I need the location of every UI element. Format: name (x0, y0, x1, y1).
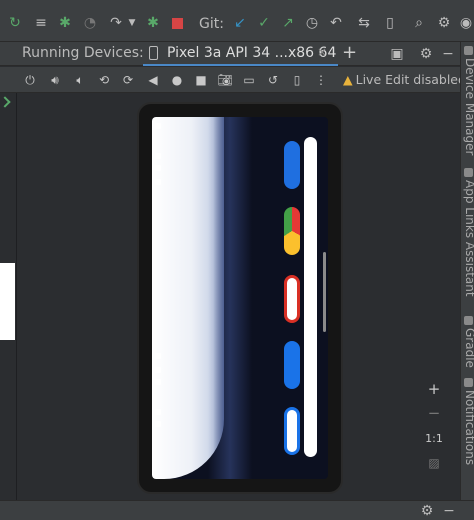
warning-icon: ▲ (343, 72, 353, 87)
bottom-settings-icon[interactable]: ⚙ (419, 503, 435, 519)
status-bar-icon (155, 165, 161, 171)
tab-notifications[interactable]: Notifications (463, 390, 474, 465)
status-bar-icon (155, 179, 161, 185)
screen-record-icon[interactable]: ▭ (241, 72, 257, 88)
search-icon[interactable]: ⌕ (411, 15, 427, 31)
status-bar-icon (155, 379, 161, 385)
status-bar-icon (155, 409, 161, 415)
status-bar-icon (155, 353, 161, 359)
notifications-tab-icon (464, 378, 473, 387)
tab-device-manager[interactable]: Device Manager (463, 58, 474, 155)
navigation-handle[interactable] (323, 252, 326, 332)
device-controls-bar: ⏻ 🔊︎ 🔈︎ ⟲ ⟳ ◀ ● ■ 📷︎ ▭ ↺ ▯ ⋮ ▲ Live Edit … (0, 67, 474, 93)
git-label: Git: (199, 16, 224, 32)
tab-device-label: Pixel 3a API 34 ...x86 64 (167, 45, 337, 61)
overview-icon[interactable]: ■ (193, 72, 209, 88)
gmail-app-icon[interactable] (284, 275, 300, 323)
running-devices-label: Running Devices: (22, 45, 144, 61)
chevron-down-icon[interactable]: ▼ (124, 15, 140, 31)
git-commit-icon[interactable]: ✓ (256, 15, 272, 31)
status-bar-icon (155, 123, 161, 129)
back-icon[interactable]: ◀ (145, 72, 161, 88)
zoom-out-button[interactable]: − (423, 404, 445, 422)
debug-icon[interactable]: ✱ (57, 15, 73, 31)
attach-debugger-icon[interactable]: ✱ (145, 15, 161, 31)
history-icon[interactable]: ◷ (304, 15, 320, 31)
device-manager-icon[interactable]: ⇆ (356, 15, 372, 31)
search-dock-bar[interactable] (304, 137, 317, 457)
files-app-icon[interactable] (284, 141, 300, 189)
device-manager-small-icon[interactable]: ▯ (289, 72, 305, 88)
gradle-tab-icon (464, 316, 473, 325)
status-bar-icon (155, 153, 161, 159)
left-editor-panel (0, 93, 17, 500)
wallpaper-gradient (208, 117, 252, 479)
panel-settings-icon[interactable]: ⚙ (418, 46, 434, 62)
bottom-minimize-icon[interactable]: − (441, 503, 457, 519)
tab-pixel-3a[interactable]: Pixel 3a API 34 ...x86 64 × (143, 42, 338, 66)
rollback-icon[interactable]: ↶ (328, 15, 344, 31)
zoom-in-button[interactable]: + (423, 380, 445, 398)
rotate-right-icon[interactable]: ⟳ (120, 72, 136, 88)
status-bar-icon (155, 367, 161, 373)
snapshot-icon[interactable]: ↺ (265, 72, 281, 88)
device-manager-tab-icon (464, 46, 473, 55)
screenshot-icon[interactable]: 📷︎ (217, 72, 233, 88)
messages-app-icon[interactable] (284, 341, 300, 389)
phone-app-icon[interactable] (284, 407, 300, 455)
volume-down-icon[interactable]: 🔈︎ (72, 72, 88, 88)
rotate-left-icon[interactable]: ⟲ (96, 72, 112, 88)
running-devices-tabbar: Running Devices: Pixel 3a API 34 ...x86 … (0, 42, 474, 66)
close-tab-icon[interactable]: × (317, 45, 327, 59)
add-device-tab-button[interactable]: + (342, 42, 357, 63)
window-layout-icon[interactable]: ▣ (389, 46, 405, 62)
fit-screen-icon[interactable]: ▨ (423, 456, 445, 470)
home-icon[interactable]: ● (169, 72, 185, 88)
git-update-icon[interactable]: ↙ (232, 15, 248, 31)
actual-size-button[interactable]: 1:1 (423, 432, 445, 445)
profiler-icon[interactable]: ◔ (82, 15, 98, 31)
bottom-status-bar: ⚙ − (0, 500, 474, 520)
live-edit-status[interactable]: ▲ Live Edit disabled (343, 72, 466, 87)
more-options-icon[interactable]: ⋮ (313, 72, 329, 88)
run-app-icon[interactable]: ↻ (7, 15, 23, 31)
right-tool-stripe: Device Manager App Links Assistant Gradl… (460, 42, 474, 500)
zoom-controls: + − 1:1 ▨ (423, 380, 445, 476)
device-screen[interactable] (152, 117, 328, 479)
stop-icon[interactable] (169, 15, 185, 31)
tab-gradle[interactable]: Gradle (463, 328, 474, 368)
power-icon[interactable]: ⏻ (22, 72, 38, 88)
apply-changes-icon[interactable]: ↷ (108, 15, 124, 31)
chrome-app-icon[interactable] (284, 207, 300, 255)
main-toolbar: ↻ ≡ ✱ ◔ ↷ ▼ ✱ Git: ↙ ✓ ↗ ◷ ↶ ⇆ ▯ ⌕ ⚙ ◉ (0, 0, 474, 42)
settings-icon[interactable]: ⚙ (436, 15, 452, 31)
device-mirror-icon[interactable]: ▯ (382, 15, 398, 31)
minimize-panel-icon[interactable]: − (440, 46, 456, 62)
avatar-icon[interactable]: ◉ (458, 15, 474, 31)
volume-up-icon[interactable]: 🔊︎ (47, 72, 63, 88)
editor-preview (0, 263, 15, 340)
live-edit-label: Live Edit disabled (355, 72, 466, 87)
git-push-icon[interactable]: ↗ (280, 15, 296, 31)
app-links-tab-icon (464, 168, 473, 177)
status-bar-icon (155, 421, 161, 427)
tab-app-links-assistant[interactable]: App Links Assistant (463, 180, 474, 297)
expand-arrow-icon[interactable] (0, 96, 11, 108)
phone-icon (149, 46, 158, 60)
tasks-icon[interactable]: ≡ (33, 15, 49, 31)
